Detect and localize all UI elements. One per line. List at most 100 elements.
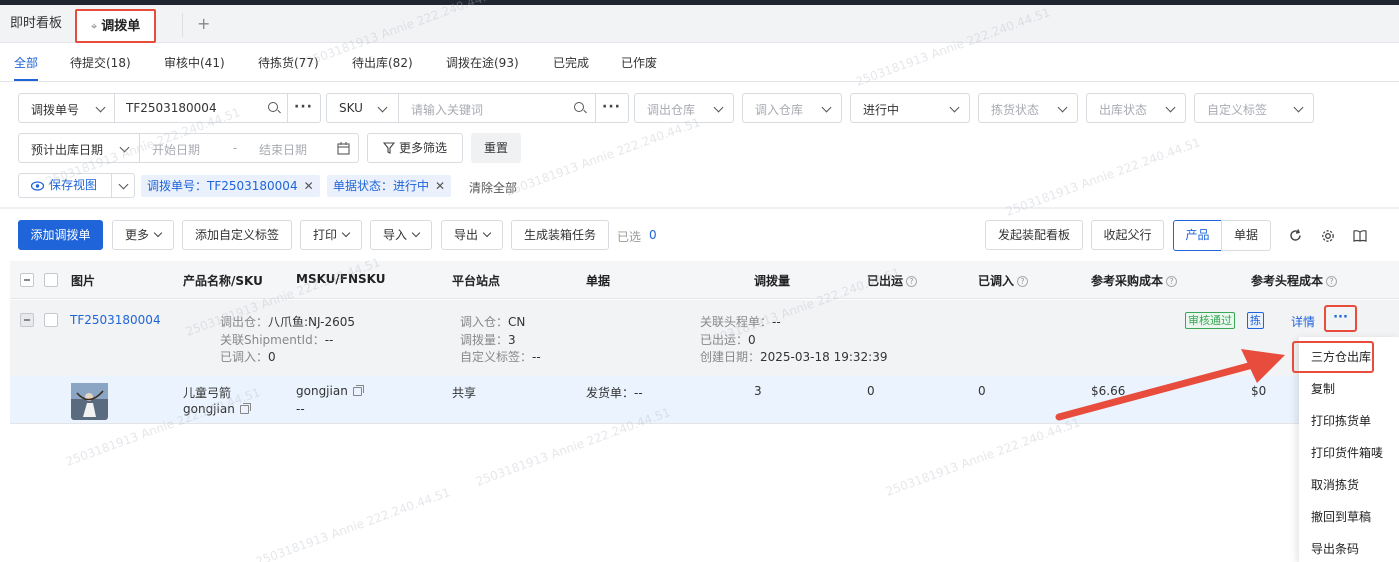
order-number-link[interactable]: TF2503180004 bbox=[70, 313, 161, 327]
menu-item-print-pick-list[interactable]: 打印拣货单 bbox=[1311, 412, 1371, 429]
settings-gear-icon[interactable] bbox=[1321, 229, 1335, 243]
search-icon[interactable] bbox=[574, 102, 584, 112]
refresh-icon[interactable] bbox=[1289, 229, 1302, 242]
date-range-filter: 预计出库日期 开始日期 - 结束日期 bbox=[18, 133, 359, 163]
tab-transfer-label: 调拨单 bbox=[101, 19, 141, 34]
reset-button[interactable]: 重置 bbox=[471, 133, 521, 163]
select-all-checkbox[interactable] bbox=[44, 273, 58, 287]
export-button[interactable]: 导出 bbox=[441, 220, 503, 250]
sku-type-select[interactable]: SKU bbox=[339, 101, 363, 115]
copy-icon[interactable] bbox=[239, 403, 251, 414]
add-custom-tag-button[interactable]: 添加自定义标签 bbox=[182, 220, 292, 250]
more-actions-button[interactable]: ··· bbox=[1324, 305, 1357, 332]
menu-item-cancel-pick[interactable]: 取消拣货 bbox=[1311, 476, 1359, 493]
export-label: 导出 bbox=[453, 228, 478, 242]
out-status-select[interactable]: 出库状态 bbox=[1086, 93, 1186, 123]
collapse-row-toggle[interactable] bbox=[20, 313, 34, 327]
product-image[interactable] bbox=[71, 383, 108, 420]
chevron-down-icon bbox=[411, 228, 421, 238]
menu-item-third-party-out[interactable]: 三方仓出库 bbox=[1311, 348, 1371, 365]
transfer-no-search: 调拨单号 TF2503180004 ··· bbox=[18, 93, 321, 123]
transfer-no-input[interactable]: TF2503180004 bbox=[126, 101, 217, 115]
col-purchase-cost-label: 参考采购成本 bbox=[1091, 274, 1164, 288]
out-warehouse-value: 八爪鱼:NJ-2605 bbox=[268, 315, 356, 329]
import-label: 导入 bbox=[382, 228, 407, 242]
status-tab-completed[interactable]: 已完成 bbox=[553, 54, 589, 71]
custom-tag-value: -- bbox=[532, 350, 541, 364]
help-icon[interactable]: ? bbox=[906, 276, 918, 287]
menu-item-copy[interactable]: 复制 bbox=[1311, 380, 1335, 397]
start-date-input[interactable]: 开始日期 bbox=[152, 141, 200, 158]
status-tab-reviewing[interactable]: 审核中(41) bbox=[164, 54, 225, 71]
menu-item-print-box-label[interactable]: 打印货件箱唛 bbox=[1311, 444, 1383, 461]
help-icon[interactable]: ? bbox=[1017, 276, 1029, 287]
out-warehouse-info: 调出仓：八爪鱼:NJ-2605 bbox=[220, 313, 355, 330]
close-icon[interactable]: ✕ bbox=[304, 179, 314, 193]
add-tab-button[interactable]: + bbox=[197, 5, 210, 43]
transfer-no-type-select[interactable]: 调拨单号 bbox=[31, 101, 79, 118]
shipped-value: 0 bbox=[748, 333, 756, 347]
row-checkbox[interactable] bbox=[44, 313, 58, 327]
more-filter-button[interactable]: 更多筛选 bbox=[367, 133, 463, 163]
book-icon[interactable] bbox=[1353, 229, 1367, 242]
product-sku: gongjian bbox=[183, 402, 251, 416]
import-button[interactable]: 导入 bbox=[370, 220, 432, 250]
head-order-label: 关联头程单： bbox=[700, 315, 773, 329]
chevron-down-icon bbox=[1293, 102, 1304, 113]
add-transfer-button[interactable]: 添加调拨单 bbox=[18, 220, 103, 250]
help-icon[interactable]: ? bbox=[1166, 276, 1178, 287]
product-received: 0 bbox=[978, 384, 986, 398]
in-warehouse-select[interactable]: 调入仓库 bbox=[742, 93, 842, 123]
calendar-icon[interactable] bbox=[337, 142, 350, 155]
search-icon[interactable] bbox=[268, 102, 278, 112]
filter-chip-label: 单据状态：进行中 bbox=[333, 179, 430, 193]
created-date-label: 创建日期： bbox=[700, 350, 761, 364]
out-status-label: 出库状态 bbox=[1099, 103, 1148, 117]
status-tab-pending-out[interactable]: 待出库(82) bbox=[352, 54, 413, 71]
chevron-down-icon[interactable] bbox=[118, 179, 129, 190]
status-tab-voided[interactable]: 已作废 bbox=[621, 54, 657, 71]
clear-all-link[interactable]: 清除全部 bbox=[469, 179, 517, 196]
status-tab-pending-submit[interactable]: 待提交(18) bbox=[70, 54, 131, 71]
shipment-id-value: -- bbox=[324, 333, 334, 347]
more-options-icon[interactable]: ··· bbox=[294, 99, 313, 115]
col-document: 单据 bbox=[586, 274, 611, 288]
out-warehouse-select[interactable]: 调出仓库 bbox=[634, 93, 734, 123]
save-view-button[interactable]: 保存视图 bbox=[18, 173, 135, 198]
eye-icon bbox=[30, 181, 45, 191]
chevron-down-icon bbox=[482, 228, 492, 238]
print-button[interactable]: 打印 bbox=[300, 220, 362, 250]
expand-all-toggle[interactable] bbox=[20, 273, 34, 287]
detail-link[interactable]: 详情 bbox=[1291, 313, 1315, 330]
chevron-down-icon bbox=[1057, 102, 1068, 113]
progress-select[interactable]: 进行中 bbox=[850, 93, 970, 123]
sku-input[interactable]: 请输入关键词 bbox=[411, 101, 483, 118]
date-type-select[interactable]: 预计出库日期 bbox=[31, 141, 103, 158]
more-options-icon[interactable]: ··· bbox=[602, 99, 621, 115]
menu-item-revert-draft[interactable]: 撤回到草稿 bbox=[1311, 508, 1371, 525]
status-tab-pending-pick[interactable]: 待拣货(77) bbox=[258, 54, 319, 71]
in-warehouse-label: 调入仓： bbox=[460, 315, 509, 329]
status-tab-in-transit[interactable]: 调拨在途(93) bbox=[446, 54, 519, 71]
print-label: 打印 bbox=[312, 228, 337, 242]
more-button[interactable]: 更多 bbox=[112, 220, 174, 250]
tab-dashboard[interactable]: 即时看板 bbox=[10, 5, 62, 43]
end-date-input[interactable]: 结束日期 bbox=[259, 141, 307, 158]
assembly-board-button[interactable]: 发起装配看板 bbox=[985, 220, 1083, 250]
pick-status-select[interactable]: 拣货状态 bbox=[978, 93, 1078, 123]
col-purchase-cost: 参考采购成本? bbox=[1091, 272, 1178, 289]
view-document-toggle[interactable]: 单据 bbox=[1221, 220, 1271, 251]
transfer-qty-info: 调拨量：3 bbox=[460, 331, 516, 348]
collapse-parent-button[interactable]: 收起父行 bbox=[1091, 220, 1164, 250]
divider bbox=[595, 94, 596, 122]
product-transfer-qty: 3 bbox=[754, 384, 762, 398]
generate-box-task-button[interactable]: 生成装箱任务 bbox=[511, 220, 609, 250]
custom-tag-select[interactable]: 自定义标签 bbox=[1194, 93, 1314, 123]
help-icon[interactable]: ? bbox=[1326, 276, 1338, 287]
view-product-toggle[interactable]: 产品 bbox=[1173, 220, 1222, 251]
menu-item-export-barcode[interactable]: 导出条码 bbox=[1311, 540, 1359, 557]
tab-transfer[interactable]: ⌖ 调拨单 bbox=[75, 9, 157, 43]
status-tab-all[interactable]: 全部 bbox=[14, 54, 38, 71]
copy-icon[interactable] bbox=[352, 385, 364, 396]
close-icon[interactable]: ✕ bbox=[435, 179, 445, 193]
